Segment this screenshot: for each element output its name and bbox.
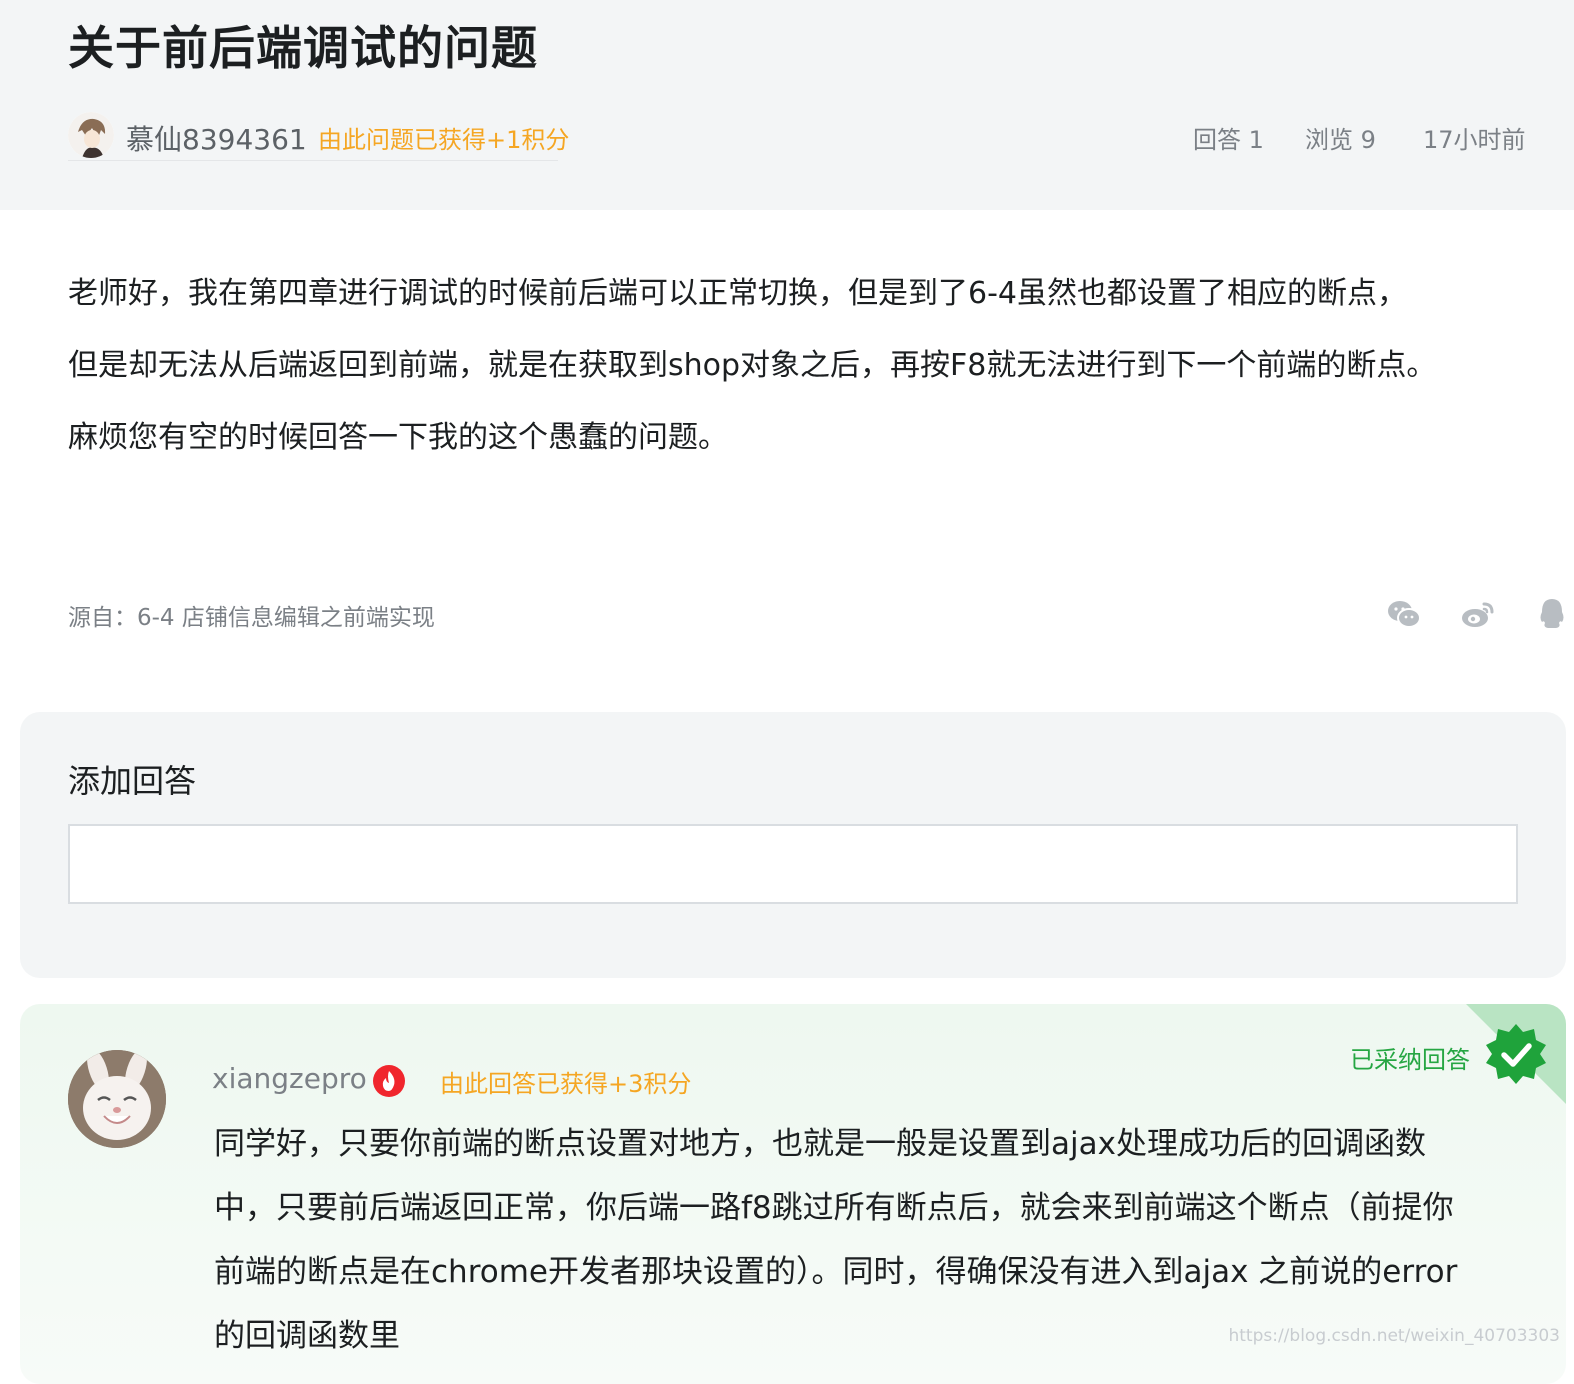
answer-body-line: 同学好，只要你前端的断点设置对地方，也就是一般是设置到ajax处理成功后的回调函…: [214, 1126, 1426, 1162]
asker-avatar[interactable]: [68, 112, 114, 158]
add-answer-title: 添加回答: [68, 762, 197, 800]
accepted-label: 已采纳回答: [1350, 1046, 1470, 1074]
question-header: 关于前后端调试的问题 慕仙8394361 由此问题已获得+1积分 回答 1 浏览…: [0, 0, 1574, 210]
asker-points-note: 由此问题已获得+1积分: [318, 126, 570, 154]
question-body-line: 但是却无法从后端返回到前端，就是在获取到shop对象之后，再按F8就无法进行到下…: [68, 348, 1437, 383]
question-source-link[interactable]: 源自：6-4 店铺信息编辑之前端实现: [68, 598, 435, 632]
answerer-points-note: 由此回答已获得+3积分: [440, 1070, 692, 1098]
question-body: 老师好，我在第四章进行调试的时候前后端可以正常切换，但是到了6-4虽然也都设置了…: [68, 258, 1528, 474]
question-body-line: 麻烦您有空的时候回答一下我的这个愚蠢的问题。: [68, 420, 728, 455]
fire-icon: [373, 1065, 405, 1097]
question-author-row: 慕仙8394361 由此问题已获得+1积分: [68, 112, 569, 161]
answer-count: 回答 1: [1193, 126, 1264, 154]
asker-name[interactable]: 慕仙8394361: [126, 118, 307, 158]
weibo-icon[interactable]: [1460, 596, 1496, 632]
question-body-line: 老师好，我在第四章进行调试的时候前后端可以正常切换，但是到了6-4虽然也都设置了…: [68, 276, 1407, 311]
answer-body-line: 中，只要前后端返回正常，你后端一路f8跳过所有断点后，就会来到前端这个断点（前提…: [214, 1190, 1454, 1226]
answer-input[interactable]: [68, 824, 1518, 904]
answerer-name[interactable]: xiangzepro: [212, 1062, 367, 1095]
view-count: 浏览 9: [1305, 126, 1376, 154]
qq-icon[interactable]: [1534, 596, 1570, 632]
answer-body-line: 前端的断点是在chrome开发者那块设置的）。同时，得确保没有进入到ajax 之…: [214, 1254, 1458, 1290]
accepted-badge-icon: [1486, 1024, 1546, 1084]
wechat-icon[interactable]: [1386, 596, 1422, 632]
watermark: https://blog.csdn.net/weixin_40703303: [1228, 1326, 1560, 1346]
posted-time: 17小时前: [1423, 126, 1526, 154]
add-answer-section: 添加回答: [20, 712, 1566, 978]
answerer-avatar[interactable]: [68, 1050, 166, 1148]
question-title: 关于前后端调试的问题: [68, 21, 538, 75]
